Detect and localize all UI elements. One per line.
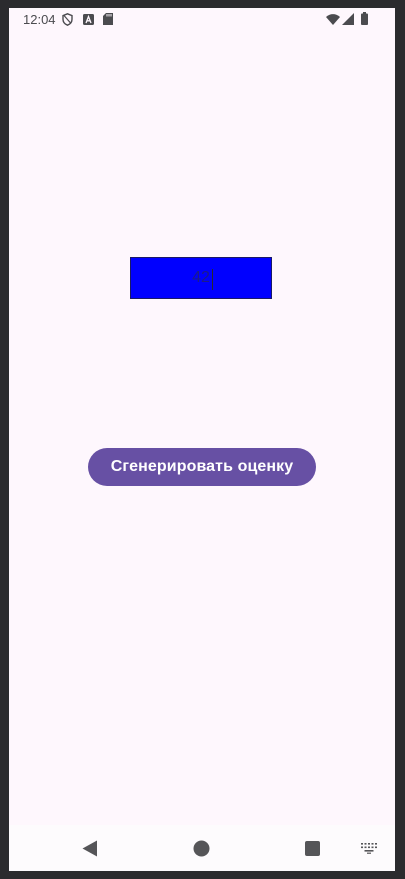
grade-value-field[interactable]: 42 [130, 257, 272, 299]
shield-icon [62, 13, 73, 26]
phone-screen: 12:04 42 Сгенерировать оценку [9, 8, 395, 871]
generate-grade-button[interactable]: Сгенерировать оценку [88, 448, 316, 486]
text-cursor [212, 269, 213, 290]
a-badge-icon [83, 14, 94, 25]
home-icon[interactable] [193, 840, 210, 857]
cellular-signal-icon [342, 13, 354, 25]
status-time: 12:04 [23, 12, 56, 27]
navigation-bar [9, 825, 395, 871]
back-icon[interactable] [82, 840, 98, 857]
sd-card-icon [103, 13, 113, 25]
grade-value-text: 42 [192, 269, 210, 286]
status-bar: 12:04 [9, 8, 395, 32]
recents-icon[interactable] [305, 841, 320, 856]
wifi-icon [326, 14, 340, 25]
keyboard-icon[interactable] [361, 843, 377, 854]
battery-icon [361, 12, 368, 25]
